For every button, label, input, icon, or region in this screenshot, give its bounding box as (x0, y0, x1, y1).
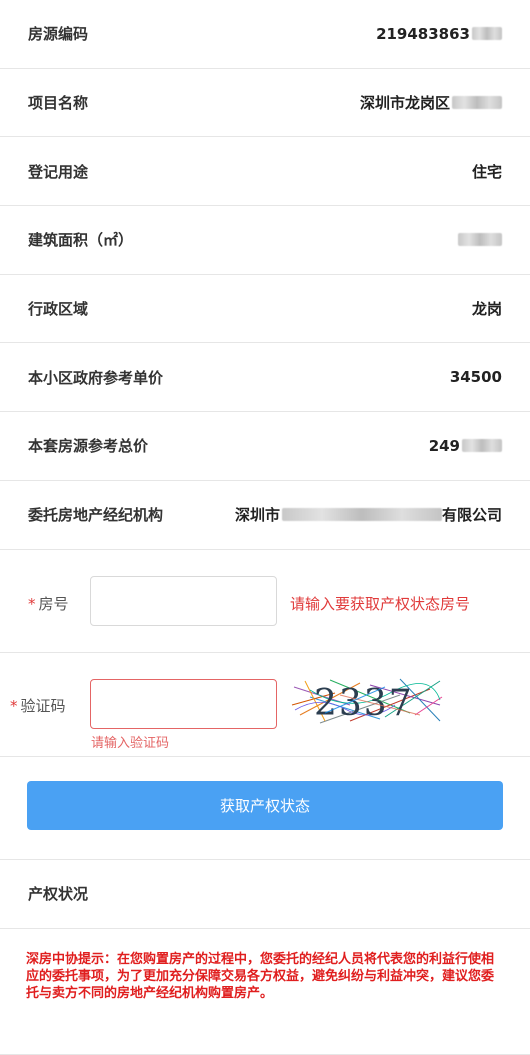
detail-row-listing-code: 房源编码 219483863 (0, 0, 530, 69)
detail-value: 219483863 (376, 24, 470, 43)
detail-label: 建筑面积（㎡） (28, 231, 134, 250)
room-number-input[interactable] (90, 575, 277, 626)
detail-value: 249 (428, 436, 460, 455)
captcha-label: * 验证码 (10, 695, 66, 716)
detail-label: 登记用途 (28, 162, 89, 181)
property-status-label: 产权状况 (28, 885, 89, 903)
detail-value-wrap: 219483863 (376, 25, 502, 43)
detail-value-wrap: 深圳市龙岗区 (360, 92, 502, 113)
redacted-mark (458, 233, 502, 247)
detail-label: 房源编码 (28, 25, 89, 44)
room-number-label: * 房号 (28, 593, 69, 614)
required-mark: * (10, 696, 18, 715)
redacted-mark (452, 96, 502, 110)
detail-row-unit-price: 本小区政府参考单价 34500 (0, 343, 530, 413)
detail-label: 项目名称 (28, 94, 89, 113)
redacted-mark (281, 508, 442, 522)
room-number-label-text: 房号 (38, 594, 69, 613)
captcha-error: 请输入验证码 (91, 735, 170, 751)
detail-label: 本小区政府参考单价 (28, 368, 164, 387)
redacted-mark (472, 27, 502, 41)
detail-value-wrap (456, 233, 502, 247)
captcha-image[interactable]: 2337 (290, 674, 444, 725)
detail-label: 本套房源参考总价 (28, 437, 149, 456)
room-number-hint: 请输入要获取产权状态房号 (290, 594, 471, 613)
detail-row-project-name: 项目名称 深圳市龙岗区 (0, 69, 530, 138)
detail-value-prefix: 深圳市 (234, 506, 280, 525)
detail-row-floor-area: 建筑面积（㎡） (0, 206, 530, 275)
notice-section: 深房中协提示：在您购置房产的过程中，您委托的经纪人员将代表您的利益行使相应的委托… (0, 929, 530, 1055)
detail-value-wrap: 深圳市 有限公司 (235, 504, 502, 525)
detail-row-registered-use: 登记用途 住宅 (0, 137, 530, 207)
detail-value-wrap: 249 (429, 437, 502, 455)
property-status-page: 房源编码 219483863 项目名称 深圳市龙岗区 登记用途 住宅 建筑面积（… (0, 0, 530, 1055)
captcha-label-text: 验证码 (20, 696, 66, 715)
detail-value: 龙岗 (471, 300, 502, 319)
detail-row-total-price: 本套房源参考总价 249 (0, 412, 530, 481)
captcha-row: * 验证码 请输入验证码 2337 (0, 653, 530, 757)
submit-row: 获取产权状态 (0, 757, 530, 860)
captcha-text: 2337 (314, 683, 414, 724)
captcha-input[interactable] (90, 678, 277, 729)
property-status-row: 产权状况 (0, 860, 530, 929)
detail-value: 深圳市龙岗区 (359, 94, 450, 113)
detail-value: 住宅 (471, 162, 502, 181)
room-number-row: * 房号 请输入要获取产权状态房号 (0, 550, 530, 653)
detail-value: 34500 (449, 368, 502, 387)
notice-text: 深房中协提示：在您购置房产的过程中，您委托的经纪人员将代表您的利益行使相应的委托… (26, 951, 495, 1001)
detail-row-agency: 委托房地产经纪机构 深圳市 有限公司 (0, 481, 530, 550)
detail-label: 行政区域 (28, 300, 89, 319)
detail-row-district: 行政区域 龙岗 (0, 275, 530, 344)
detail-value-suffix: 有限公司 (441, 506, 502, 525)
get-property-status-button[interactable]: 获取产权状态 (27, 780, 503, 830)
detail-label: 委托房地产经纪机构 (28, 506, 164, 525)
redacted-mark (462, 439, 502, 453)
required-mark: * (28, 594, 36, 613)
